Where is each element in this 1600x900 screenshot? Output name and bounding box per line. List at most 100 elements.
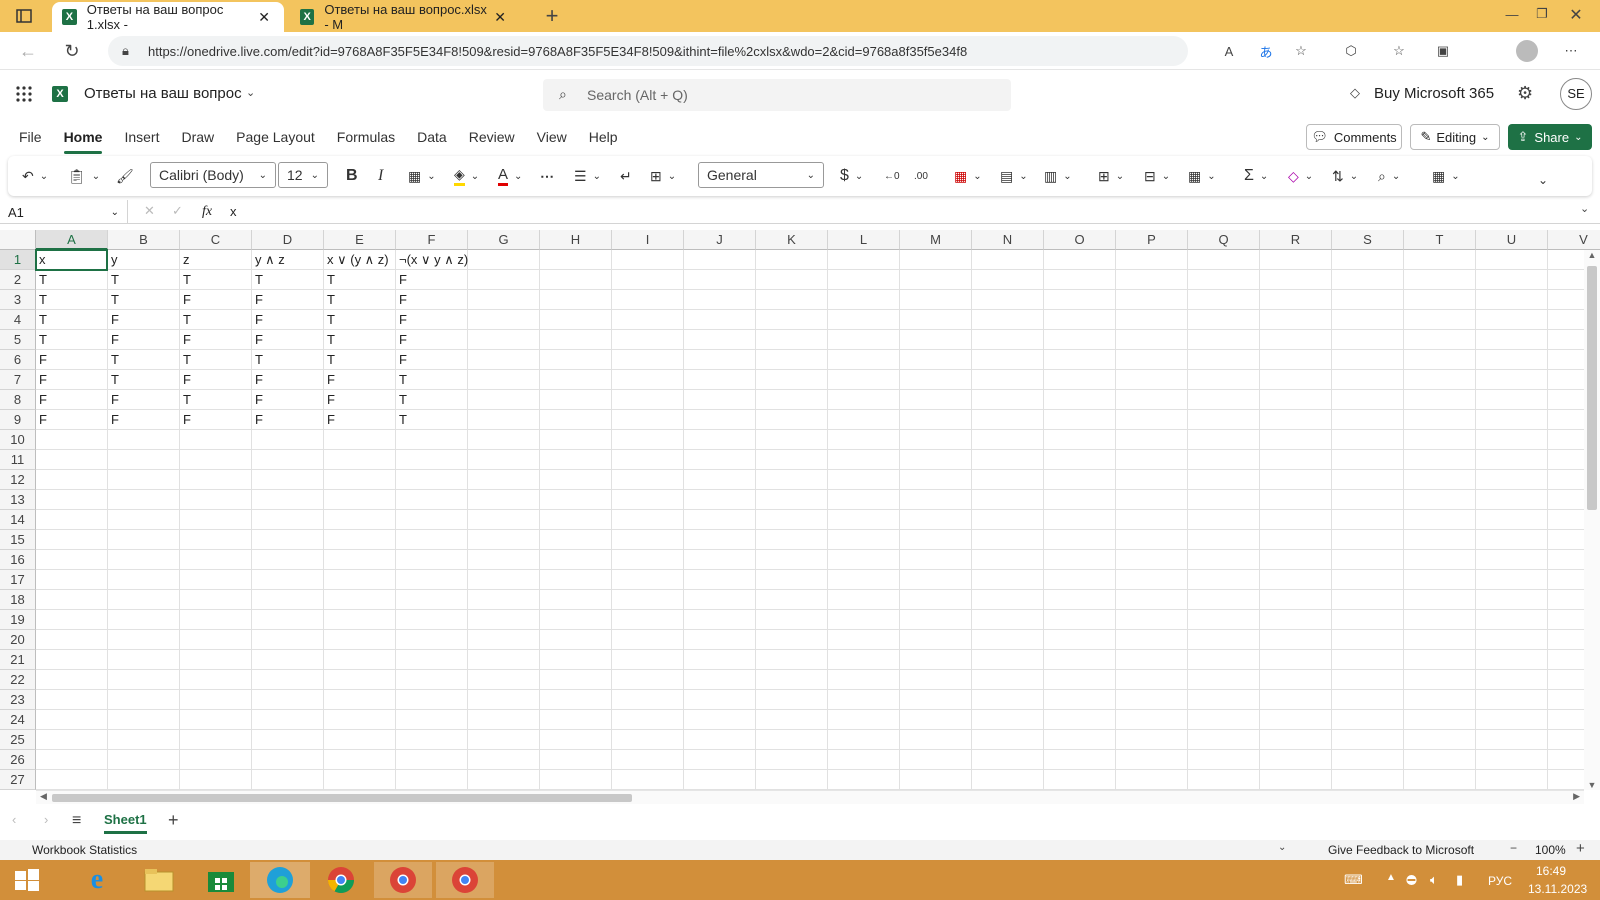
increase-decimal-icon[interactable]: .00: [914, 164, 928, 188]
cell-d13[interactable]: [252, 490, 324, 510]
cell-q20[interactable]: [1188, 630, 1260, 650]
cell-h19[interactable]: [540, 610, 612, 630]
cell-s5[interactable]: [1332, 330, 1404, 350]
cell-q22[interactable]: [1188, 670, 1260, 690]
cell-j12[interactable]: [684, 470, 756, 490]
collections-icon[interactable]: ▣: [1432, 41, 1454, 61]
cell-q5[interactable]: [1188, 330, 1260, 350]
cell-i1[interactable]: [612, 250, 684, 270]
cell-a15[interactable]: [36, 530, 108, 550]
cell-g3[interactable]: [468, 290, 540, 310]
cell-i3[interactable]: [612, 290, 684, 310]
cell-h12[interactable]: [540, 470, 612, 490]
cell-i7[interactable]: [612, 370, 684, 390]
cell-e10[interactable]: [324, 430, 396, 450]
cell-u8[interactable]: [1476, 390, 1548, 410]
cell-k18[interactable]: [756, 590, 828, 610]
row-header-19[interactable]: 19: [0, 610, 36, 630]
row-header-26[interactable]: 26: [0, 750, 36, 770]
cell-j7[interactable]: [684, 370, 756, 390]
cell-h10[interactable]: [540, 430, 612, 450]
column-header-t[interactable]: T: [1404, 230, 1476, 250]
italic-button[interactable]: I: [378, 164, 383, 188]
cell-l16[interactable]: [828, 550, 900, 570]
cell-l2[interactable]: [828, 270, 900, 290]
cell-m12[interactable]: [900, 470, 972, 490]
row-header-10[interactable]: 10: [0, 430, 36, 450]
cell-l23[interactable]: [828, 690, 900, 710]
cell-r12[interactable]: [1260, 470, 1332, 490]
column-header-d[interactable]: D: [252, 230, 324, 250]
cell-h26[interactable]: [540, 750, 612, 770]
cell-p7[interactable]: [1116, 370, 1188, 390]
cell-o20[interactable]: [1044, 630, 1116, 650]
cell-u22[interactable]: [1476, 670, 1548, 690]
tab-home[interactable]: Home: [53, 129, 114, 154]
cell-j17[interactable]: [684, 570, 756, 590]
cell-f16[interactable]: [396, 550, 468, 570]
cell-o7[interactable]: [1044, 370, 1116, 390]
cell-a4[interactable]: T: [36, 310, 108, 330]
cell-h22[interactable]: [540, 670, 612, 690]
cell-o18[interactable]: [1044, 590, 1116, 610]
cell-h20[interactable]: [540, 630, 612, 650]
cell-f13[interactable]: [396, 490, 468, 510]
cell-r9[interactable]: [1260, 410, 1332, 430]
bold-button[interactable]: B: [346, 164, 358, 188]
cell-f26[interactable]: [396, 750, 468, 770]
cell-g4[interactable]: [468, 310, 540, 330]
cell-n7[interactable]: [972, 370, 1044, 390]
cell-f7[interactable]: T: [396, 370, 468, 390]
cell-b13[interactable]: [108, 490, 180, 510]
read-aloud-icon[interactable]: A: [1218, 41, 1240, 61]
cell-b19[interactable]: [108, 610, 180, 630]
cell-c17[interactable]: [180, 570, 252, 590]
cell-a8[interactable]: F: [36, 390, 108, 410]
cell-c22[interactable]: [180, 670, 252, 690]
column-header-o[interactable]: O: [1044, 230, 1116, 250]
cell-b20[interactable]: [108, 630, 180, 650]
cell-i6[interactable]: [612, 350, 684, 370]
cell-n16[interactable]: [972, 550, 1044, 570]
cell-s14[interactable]: [1332, 510, 1404, 530]
cell-q6[interactable]: [1188, 350, 1260, 370]
more-font-options-icon[interactable]: ⋯: [540, 164, 554, 188]
cell-m23[interactable]: [900, 690, 972, 710]
cell-g17[interactable]: [468, 570, 540, 590]
decrease-decimal-icon[interactable]: ←0: [884, 164, 900, 188]
cell-k26[interactable]: [756, 750, 828, 770]
cell-t12[interactable]: [1404, 470, 1476, 490]
row-header-20[interactable]: 20: [0, 630, 36, 650]
cell-u4[interactable]: [1476, 310, 1548, 330]
cell-p9[interactable]: [1116, 410, 1188, 430]
cell-n6[interactable]: [972, 350, 1044, 370]
cell-p20[interactable]: [1116, 630, 1188, 650]
cell-i19[interactable]: [612, 610, 684, 630]
tab-draw[interactable]: Draw: [170, 129, 225, 145]
cell-c6[interactable]: T: [180, 350, 252, 370]
cell-styles-button[interactable]: ▥ ⌄: [1044, 164, 1072, 188]
cell-f2[interactable]: F: [396, 270, 468, 290]
cell-a26[interactable]: [36, 750, 108, 770]
cell-b1[interactable]: y: [108, 250, 180, 270]
cell-n1[interactable]: [972, 250, 1044, 270]
cell-s17[interactable]: [1332, 570, 1404, 590]
cell-j16[interactable]: [684, 550, 756, 570]
cell-p27[interactable]: [1116, 770, 1188, 790]
favorite-add-icon[interactable]: ☆: [1290, 41, 1312, 61]
cell-r24[interactable]: [1260, 710, 1332, 730]
cell-m17[interactable]: [900, 570, 972, 590]
cell-f17[interactable]: [396, 570, 468, 590]
row-header-16[interactable]: 16: [0, 550, 36, 570]
cell-u9[interactable]: [1476, 410, 1548, 430]
cell-l4[interactable]: [828, 310, 900, 330]
tab-actions-icon[interactable]: [14, 7, 34, 25]
cell-d1[interactable]: y ∧ z: [252, 250, 324, 270]
cell-a25[interactable]: [36, 730, 108, 750]
cell-r16[interactable]: [1260, 550, 1332, 570]
cell-t25[interactable]: [1404, 730, 1476, 750]
cell-d14[interactable]: [252, 510, 324, 530]
cell-b26[interactable]: [108, 750, 180, 770]
column-header-v[interactable]: V: [1548, 230, 1600, 250]
cell-s11[interactable]: [1332, 450, 1404, 470]
